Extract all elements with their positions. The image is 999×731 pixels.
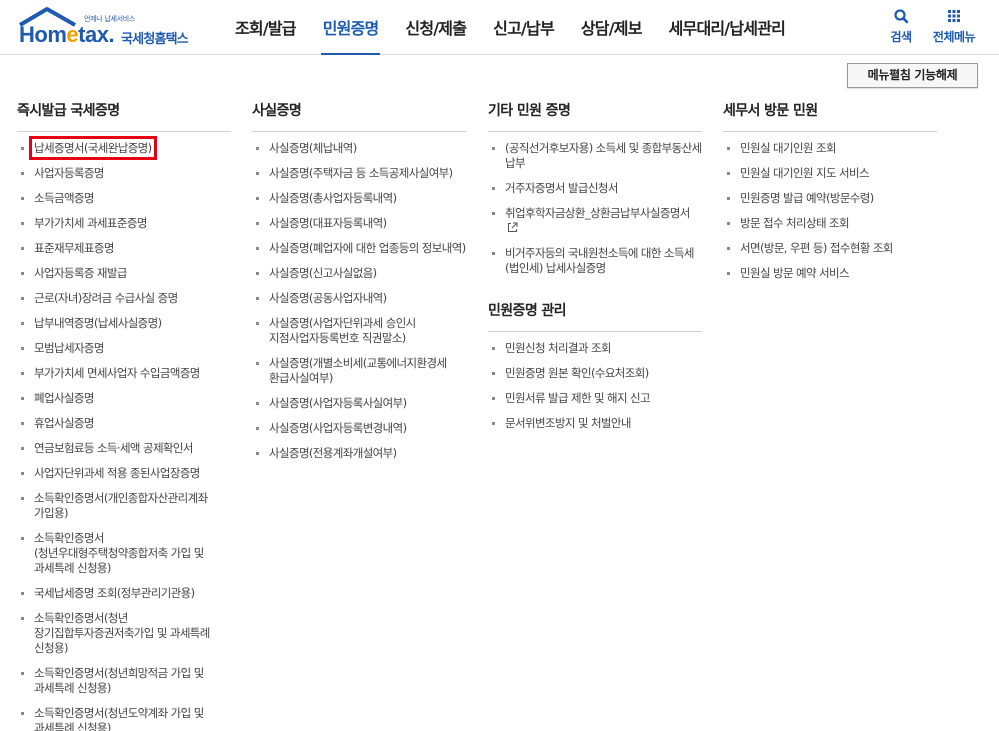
menu-column-other-certificates: 기타 민원 증명 (공직선거후보자용) 소득세 및 종합부동산세 납부 거주자증…	[488, 100, 702, 441]
menu-item[interactable]: 납부내역증명(납세사실증명)	[17, 316, 231, 331]
search-button[interactable]: 검색	[886, 8, 916, 45]
menu-item[interactable]: 소득확인증명서(청년우대형주택청약종합저축 가입 및 과세특례 신청용)	[17, 531, 231, 576]
menu-item[interactable]: 사실증명(사업자등록사실여부)	[252, 396, 466, 411]
menu-item[interactable]: 민원서류 발급 제한 및 해지 신고	[488, 391, 702, 406]
all-menu-button[interactable]: 전체메뉴	[928, 8, 980, 45]
menu-item[interactable]: 방문 접수 처리상태 조회	[723, 216, 937, 231]
menu-list: 납세증명서(국세완납증명) 사업자등록증명 소득금액증명 부가가치세 과세표준증…	[17, 136, 231, 731]
grid-icon	[948, 10, 960, 22]
menu-item[interactable]: 사실증명(폐업자에 대한 업종등의 정보내역)	[252, 241, 466, 256]
menu-item[interactable]: 민원실 방문 예약 서비스	[723, 266, 937, 281]
menu-item[interactable]: 사실증명(주택자금 등 소득공제사실여부)	[252, 166, 466, 181]
menu-item[interactable]: 사실증명(개별소비세(교통에너지환경세 환급사실여부)	[252, 356, 466, 386]
menu-item[interactable]: 비거주자등의 국내원천소득에 대한 소득세(법인세) 납세사실증명	[488, 246, 702, 276]
column-title: 기타 민원 증명	[488, 100, 702, 132]
logo-brand: Hometax.	[19, 22, 115, 47]
external-link-icon	[508, 222, 518, 232]
menu-item[interactable]: 모범납세자증명	[17, 341, 231, 356]
menu-item[interactable]: 소득확인증명서(청년도약계좌 가입 및 과세특례 신청용)	[17, 706, 231, 731]
top-header: 언제나 납세서비스 Hometax. 국세청홈택스 조회/발급 민원증명 신청/…	[0, 0, 999, 55]
menu-list: 민원실 대기인원 조회 민원실 대기인원 지도 서비스 민원증명 발급 예약(방…	[723, 141, 937, 281]
menu-item[interactable]: 사실증명(총사업자등록내역)	[252, 191, 466, 206]
gnb-tax-agent[interactable]: 세무대리/납세관리	[659, 0, 795, 55]
menu-item[interactable]: 사업자등록증명	[17, 166, 231, 181]
menu-list: (공직선거후보자용) 소득세 및 종합부동산세 납부 거주자증명서 발급신청서 …	[488, 141, 702, 276]
menu-item[interactable]: 휴업사실증명	[17, 416, 231, 431]
all-menu-label: 전체메뉴	[932, 30, 976, 44]
menu-item[interactable]: 국세납세증명 조회(정부관리기관용)	[17, 586, 231, 601]
gnb-apply-submit[interactable]: 신청/제출	[395, 0, 476, 55]
menu-item[interactable]: 소득확인증명서(청년 장기집합투자증권저축가입 및 과세특례 신청용)	[17, 611, 231, 656]
menu-item[interactable]: 취업후학자금상환_상환금납부사실증명서	[488, 206, 702, 236]
menu-item[interactable]: 납세증명서(국세완납증명)	[17, 136, 231, 160]
column-subtitle: 민원증명 관리	[488, 300, 702, 332]
menu-item[interactable]: 사실증명(사업자등록변경내역)	[252, 421, 466, 436]
menu-item[interactable]: 민원실 대기인원 조회	[723, 141, 937, 156]
menu-item[interactable]: 사실증명(대표자등록내역)	[252, 216, 466, 231]
menu-item[interactable]: (공직선거후보자용) 소득세 및 종합부동산세 납부	[488, 141, 702, 171]
search-icon	[894, 9, 909, 24]
menu-collapse-toggle-button[interactable]: 메뉴펼침 기능해제	[847, 63, 978, 88]
menu-item[interactable]: 사실증명(전용계좌개설여부)	[252, 446, 466, 461]
menu-item[interactable]: 표준재무제표증명	[17, 241, 231, 256]
search-label: 검색	[890, 30, 912, 44]
menu-item[interactable]: 사실증명(체납내역)	[252, 141, 466, 156]
menu-item[interactable]: 민원실 대기인원 지도 서비스	[723, 166, 937, 181]
gnb-consult-report[interactable]: 상담/제보	[571, 0, 652, 55]
global-nav: 조회/발급 민원증명 신청/제출 신고/납부 상담/제보 세무대리/납세관리	[225, 0, 802, 55]
menu-item[interactable]: 폐업사실증명	[17, 391, 231, 406]
menu-item[interactable]: 사실증명(신고사실없음)	[252, 266, 466, 281]
menu-list: 사실증명(체납내역) 사실증명(주택자금 등 소득공제사실여부) 사실증명(총사…	[252, 141, 466, 461]
menu-column-instant-certificates: 즉시발급 국세증명 납세증명서(국세완납증명) 사업자등록증명 소득금액증명 부…	[17, 100, 231, 731]
menu-item[interactable]: 근로(자녀)장려금 수급사실 증명	[17, 291, 231, 306]
menu-item[interactable]: 문서위변조방지 및 처벌안내	[488, 416, 702, 431]
gnb-report-pay[interactable]: 신고/납부	[483, 0, 564, 55]
menu-item[interactable]: 거주자증명서 발급신청서	[488, 181, 702, 196]
menu-item[interactable]: 민원증명 발급 예약(방문수령)	[723, 191, 937, 206]
column-title: 즉시발급 국세증명	[17, 100, 231, 132]
gnb-lookup-issue[interactable]: 조회/발급	[225, 0, 306, 55]
menu-item[interactable]: 부가가치세 과세표준증명	[17, 216, 231, 231]
hometax-logo[interactable]: 언제나 납세서비스 Hometax. 국세청홈택스	[17, 6, 202, 48]
menu-item[interactable]: 민원신청 처리결과 조회	[488, 341, 702, 356]
menu-item[interactable]: 사실증명(공동사업자내역)	[252, 291, 466, 306]
menu-item[interactable]: 사업자등록증 재발급	[17, 266, 231, 281]
logo-korean-name: 국세청홈택스	[121, 32, 189, 47]
menu-item[interactable]: 부가가치세 면세사업자 수입금액증명	[17, 366, 231, 381]
menu-item[interactable]: 소득확인증명서(청년희망적금 가입 및 과세특례 신청용)	[17, 666, 231, 696]
menu-item[interactable]: 서면(방문, 우편 등) 접수현황 조회	[723, 241, 937, 256]
menu-item[interactable]: 연금보험료등 소득·세액 공제확인서	[17, 441, 231, 456]
menu-sublist: 민원신청 처리결과 조회 민원증명 원본 확인(수요처조회) 민원서류 발급 제…	[488, 341, 702, 431]
column-title: 세무서 방문 민원	[723, 100, 937, 132]
menu-item[interactable]: 사실증명(사업자단위과세 승인시 지점사업자등록번호 직권말소)	[252, 316, 466, 346]
menu-item[interactable]: 소득금액증명	[17, 191, 231, 206]
column-title: 사실증명	[252, 100, 466, 132]
gnb-civil-certificate[interactable]: 민원증명	[313, 0, 389, 55]
menu-item[interactable]: 사업자단위과세 적용 종된사업장증명	[17, 466, 231, 481]
menu-item[interactable]: 소득확인증명서(개인종합자산관리계좌 가입용)	[17, 491, 231, 521]
menu-column-tax-office-visit: 세무서 방문 민원 민원실 대기인원 조회 민원실 대기인원 지도 서비스 민원…	[723, 100, 937, 291]
menu-column-fact-certificates: 사실증명 사실증명(체납내역) 사실증명(주택자금 등 소득공제사실여부) 사실…	[252, 100, 466, 471]
menu-item[interactable]: 민원증명 원본 확인(수요처조회)	[488, 366, 702, 381]
